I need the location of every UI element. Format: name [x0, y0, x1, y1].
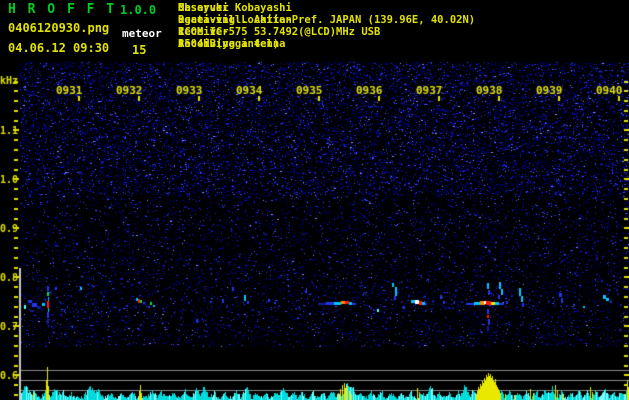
info-value: Ogata-vill. Akita-Pref. JAPAN (139.96E, … [178, 14, 476, 26]
info-value: ICOM IC-575 53.7492(@LCD)MHz USB [178, 26, 381, 38]
filename: 0406120930.png [8, 21, 110, 35]
app-title: H R O F F T [8, 2, 117, 17]
datetime: 04.06.12 09:30 [8, 41, 110, 55]
mode-label: meteor [122, 27, 162, 40]
app-version: 1.0.0 [120, 3, 157, 17]
meteor-count: 15 [132, 43, 147, 57]
spectrogram-canvas [0, 60, 629, 400]
info-value: Masayuki Kobayashi [178, 2, 292, 14]
info-value: A504HB(yagi 4el) [178, 38, 280, 50]
hrofft-window: H R O F F T 1.0.0 0406120930.png meteor … [0, 0, 629, 400]
